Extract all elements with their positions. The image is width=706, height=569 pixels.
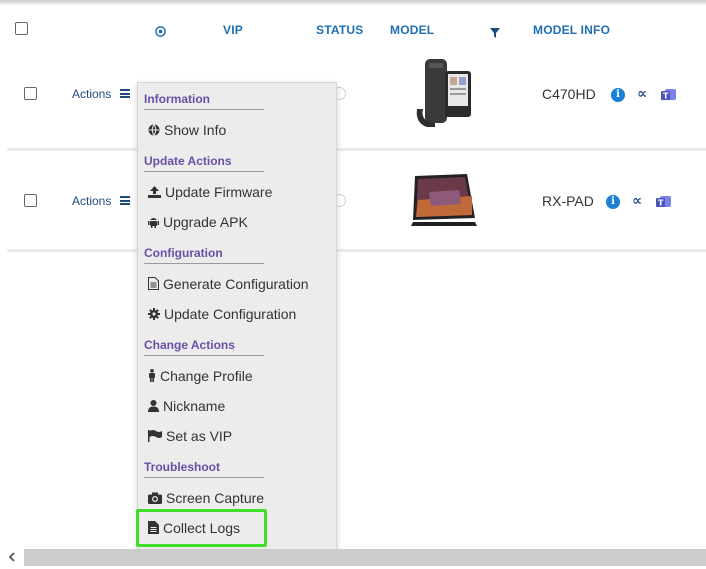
target-icon[interactable] (155, 24, 166, 42)
section-divider (144, 171, 264, 172)
section-title-configuration: Configuration (144, 246, 223, 260)
hamburger-menu-icon[interactable] (120, 196, 130, 205)
menu-item-show-info[interactable]: Show Info (148, 122, 226, 138)
menu-item-upgrade-apk[interactable]: Upgrade APK (148, 214, 248, 230)
menu-item-change-profile[interactable]: Change Profile (148, 368, 253, 384)
column-header-model-info[interactable]: MODEL INFO (533, 23, 610, 37)
flag-icon (148, 430, 162, 442)
actions-dropdown-menu: Information Show Info Update Actions Upd… (137, 82, 337, 552)
model-name: RX-PAD (542, 193, 594, 209)
model-name: C470HD (542, 86, 596, 102)
camera-icon (148, 492, 162, 504)
teams-icon[interactable]: T (656, 195, 671, 208)
user-icon (148, 400, 159, 412)
actions-label[interactable]: Actions (72, 194, 111, 208)
menu-item-update-configuration[interactable]: Update Configuration (148, 306, 296, 322)
scrollbar-thumb[interactable] (24, 549, 706, 566)
column-header-vip[interactable]: VIP (223, 23, 243, 37)
device-image-c470hd (411, 57, 475, 134)
scroll-left-arrow-icon[interactable] (8, 551, 15, 565)
section-divider (144, 355, 264, 356)
menu-item-screen-capture[interactable]: Screen Capture (148, 490, 264, 506)
globe-icon (148, 124, 160, 136)
info-icon[interactable]: i (606, 195, 620, 209)
section-divider (144, 477, 264, 478)
person-standing-icon (149, 369, 155, 382)
device-image-rx-pad (409, 170, 479, 233)
filter-icon[interactable] (490, 25, 500, 43)
menu-item-nickname[interactable]: Nickname (148, 398, 225, 414)
column-header-model[interactable]: MODEL (390, 23, 434, 37)
hamburger-menu-icon[interactable] (120, 89, 130, 98)
android-icon (148, 218, 159, 228)
row-checkbox[interactable] (24, 87, 37, 100)
section-title-change-actions: Change Actions (144, 338, 235, 352)
menu-item-generate-configuration[interactable]: Generate Configuration (148, 276, 309, 292)
menu-item-update-firmware[interactable]: Update Firmware (148, 184, 272, 200)
section-title-troubleshoot: Troubleshoot (144, 460, 220, 474)
section-divider (144, 109, 264, 110)
alpha-icon[interactable]: ∝ (637, 85, 647, 102)
gear-icon (148, 308, 160, 320)
section-divider (144, 263, 264, 264)
collect-logs-highlight (136, 509, 267, 547)
alpha-icon[interactable]: ∝ (632, 192, 642, 209)
column-header-status[interactable]: STATUS (316, 23, 363, 37)
upload-icon (148, 186, 161, 198)
section-title-update-actions: Update Actions (144, 154, 232, 168)
svg-text:T: T (658, 199, 664, 208)
top-shadow (0, 0, 706, 6)
file-text-icon (148, 277, 159, 290)
row-divider (7, 249, 706, 252)
select-all-checkbox[interactable] (15, 22, 28, 35)
svg-text:T: T (663, 92, 669, 101)
row-checkbox[interactable] (24, 194, 37, 207)
actions-label[interactable]: Actions (72, 87, 111, 101)
menu-item-set-as-vip[interactable]: Set as VIP (148, 428, 232, 444)
teams-icon[interactable]: T (661, 88, 676, 101)
row-divider (7, 148, 706, 151)
section-title-information: Information (144, 92, 210, 106)
info-icon[interactable]: i (611, 88, 625, 102)
